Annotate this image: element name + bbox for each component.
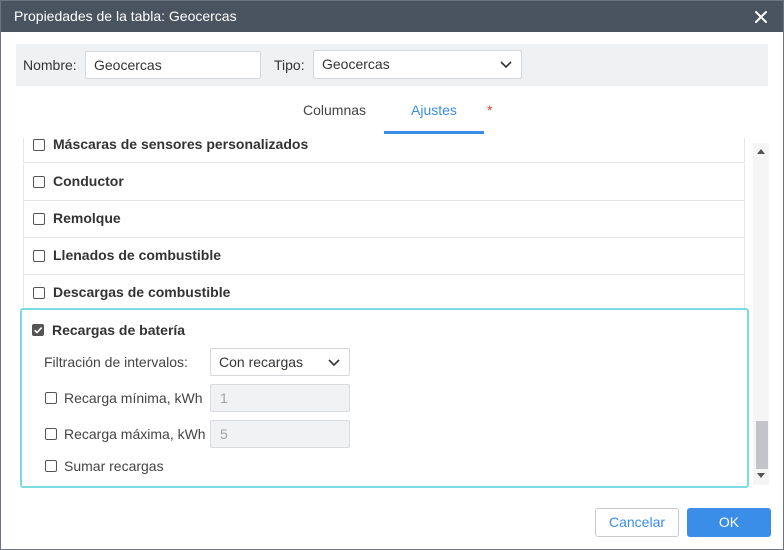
list-item[interactable]: Descargas de combustible xyxy=(23,275,745,312)
name-label: Nombre: xyxy=(23,57,77,73)
list-item-label: Llenados de combustible xyxy=(53,247,222,263)
min-recharge-input[interactable]: 1 xyxy=(210,384,350,412)
chevron-down-icon xyxy=(500,61,512,69)
filter-label: Filtración de intervalos: xyxy=(44,354,188,370)
min-recharge-checkbox[interactable] xyxy=(45,392,57,404)
checkbox[interactable] xyxy=(33,139,45,151)
tab-ajustes[interactable]: Ajustes xyxy=(411,102,457,118)
min-recharge-label: Recarga mínima, kWh xyxy=(64,390,203,406)
tab-columnas[interactable]: Columnas xyxy=(303,102,366,118)
list-item[interactable]: Máscaras de sensores personalizados xyxy=(23,138,745,163)
list-item-label: Descargas de combustible xyxy=(53,284,231,300)
sum-recharges-label: Sumar recargas xyxy=(64,458,164,474)
scroll-thumb[interactable] xyxy=(756,421,768,469)
cancel-button[interactable]: Cancelar xyxy=(595,508,679,537)
max-recharge-label: Recarga máxima, kWh xyxy=(64,426,206,442)
type-label: Tipo: xyxy=(274,57,305,73)
list-item[interactable]: Conductor xyxy=(23,164,745,201)
active-tab-indicator xyxy=(384,131,484,134)
dialog-title: Propiedades de la tabla: Geocercas xyxy=(14,8,237,24)
chevron-down-icon xyxy=(328,359,340,367)
max-recharge-checkbox[interactable] xyxy=(45,428,57,440)
list-item[interactable]: Remolque xyxy=(23,201,745,238)
checkbox[interactable] xyxy=(33,213,45,225)
dialog-titlebar: Propiedades de la tabla: Geocercas xyxy=(1,1,783,32)
list-item-label: Máscaras de sensores personalizados xyxy=(53,138,309,152)
sum-recharges-checkbox[interactable] xyxy=(45,460,57,472)
checkbox[interactable] xyxy=(33,250,45,262)
close-icon[interactable] xyxy=(751,7,771,27)
scroll-up-icon[interactable] xyxy=(757,149,765,154)
table-properties-dialog: Propiedades de la tabla: Geocercas Nombr… xyxy=(0,0,784,550)
type-select[interactable]: Geocercas xyxy=(313,50,522,79)
checkbox[interactable] xyxy=(33,287,45,299)
battery-recharges-section: Recargas de batería Filtración de interv… xyxy=(20,308,749,488)
list-item[interactable]: Llenados de combustible xyxy=(23,238,745,275)
battery-recharges-label: Recargas de batería xyxy=(52,322,186,338)
tab-bar: Columnas Ajustes xyxy=(1,93,783,135)
scroll-down-icon[interactable] xyxy=(757,473,765,478)
filter-select-value: Con recargas xyxy=(219,354,304,370)
max-recharge-input[interactable]: 5 xyxy=(210,420,350,448)
checkbox[interactable] xyxy=(33,176,45,188)
list-item-label: Remolque xyxy=(53,210,121,226)
name-input[interactable]: Geocercas xyxy=(85,51,261,79)
type-select-value: Geocercas xyxy=(322,56,390,72)
ok-button[interactable]: OK xyxy=(687,508,771,537)
check-icon xyxy=(32,324,43,335)
required-marker: * xyxy=(487,102,493,118)
battery-recharges-checkbox[interactable] xyxy=(32,324,44,336)
list-item-label: Conductor xyxy=(53,173,124,189)
